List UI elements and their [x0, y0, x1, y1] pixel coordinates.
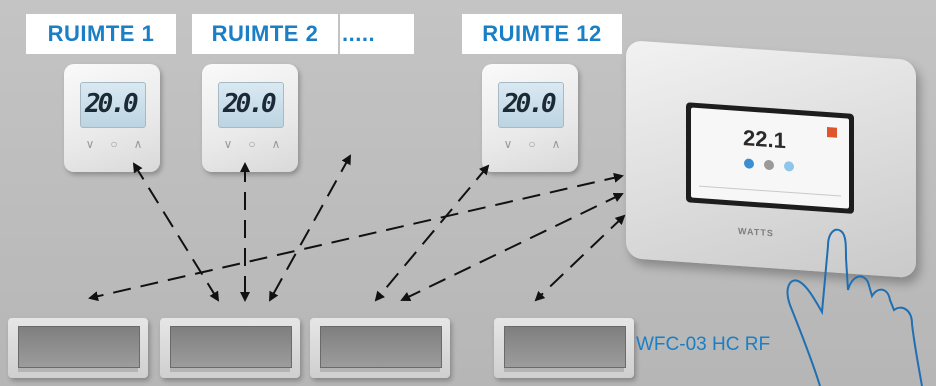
link-arrow — [269, 154, 351, 302]
system-diagram: RUIMTE 1 RUIMTE 2 ..... RUIMTE 12 20.0 ∨… — [0, 0, 936, 386]
link-arrow — [400, 192, 624, 302]
link-arrow — [534, 214, 626, 302]
link-arrow — [132, 162, 220, 302]
link-arrow — [374, 164, 490, 302]
link-arrow — [88, 172, 624, 302]
wireless-links — [88, 154, 626, 302]
